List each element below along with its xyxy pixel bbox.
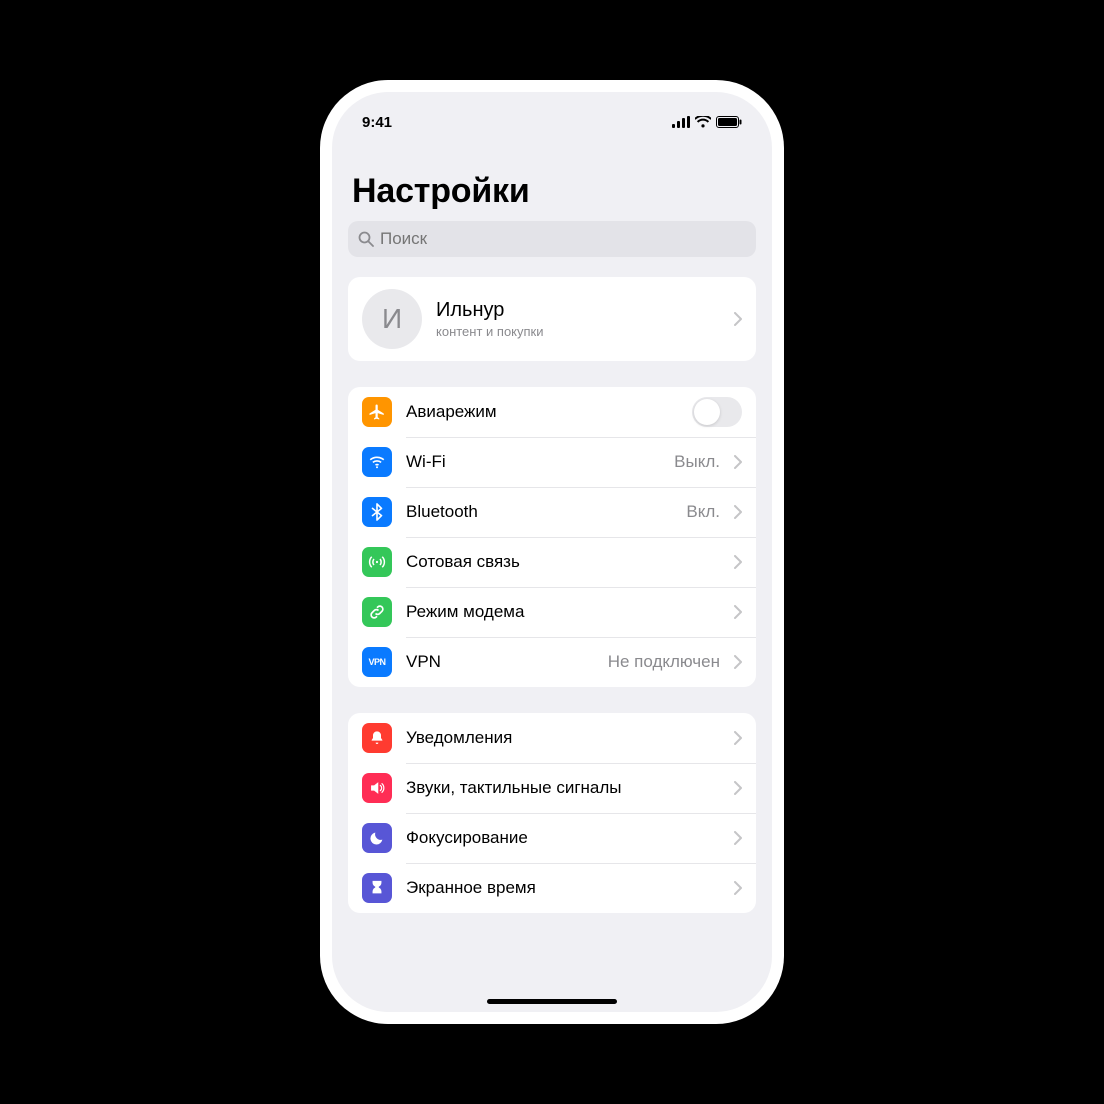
profile-subtitle: контент и покупки	[436, 324, 720, 339]
chevron-right-icon	[734, 455, 742, 469]
search-input[interactable]	[380, 229, 746, 249]
hourglass-icon	[362, 873, 392, 903]
airplane-toggle[interactable]	[692, 397, 742, 427]
attention-group: Уведомления Звуки, тактильные сигналы Фо…	[348, 713, 756, 913]
link-icon	[362, 597, 392, 627]
row-sounds[interactable]: Звуки, тактильные сигналы	[348, 763, 756, 813]
search-field[interactable]	[348, 221, 756, 257]
row-label: Звуки, тактильные сигналы	[406, 778, 720, 798]
row-bluetooth[interactable]: Bluetooth Вкл.	[348, 487, 756, 537]
profile-row[interactable]: И Ильнур контент и покупки	[348, 277, 756, 361]
row-notifications[interactable]: Уведомления	[348, 713, 756, 763]
avatar-initial: И	[382, 303, 402, 335]
row-screentime[interactable]: Экранное время	[348, 863, 756, 913]
chevron-right-icon	[734, 781, 742, 795]
chevron-right-icon	[734, 731, 742, 745]
moon-icon	[362, 823, 392, 853]
row-airplane[interactable]: Авиарежим	[348, 387, 756, 437]
status-time: 9:41	[362, 114, 392, 131]
wifi-status-icon	[695, 116, 711, 128]
airplane-icon	[362, 397, 392, 427]
vpn-icon: VPN	[362, 647, 392, 677]
row-label: Авиарежим	[406, 402, 678, 422]
row-label: Фокусирование	[406, 828, 720, 848]
row-label: Wi-Fi	[406, 452, 660, 472]
profile-group: И Ильнур контент и покупки	[348, 277, 756, 361]
chevron-right-icon	[734, 555, 742, 569]
row-label: Режим модема	[406, 602, 720, 622]
chevron-right-icon	[734, 505, 742, 519]
profile-text: Ильнур контент и покупки	[436, 299, 720, 339]
search-icon	[358, 231, 374, 247]
row-label: Bluetooth	[406, 502, 672, 522]
row-wifi[interactable]: Wi-Fi Выкл.	[348, 437, 756, 487]
page-title: Настройки	[352, 172, 752, 211]
chevron-right-icon	[734, 605, 742, 619]
antenna-icon	[362, 547, 392, 577]
row-label: VPN	[406, 652, 594, 672]
chevron-right-icon	[734, 881, 742, 895]
profile-name: Ильнур	[436, 299, 720, 322]
battery-icon	[716, 116, 742, 128]
row-label: Уведомления	[406, 728, 720, 748]
status-indicators	[672, 116, 742, 128]
bell-icon	[362, 723, 392, 753]
home-indicator[interactable]	[487, 999, 617, 1004]
row-focus[interactable]: Фокусирование	[348, 813, 756, 863]
cellular-icon	[672, 116, 690, 128]
status-bar: 9:41	[332, 92, 772, 142]
connectivity-group: Авиарежим Wi-Fi Выкл. Bluetooth Вкл.	[348, 387, 756, 687]
row-value: Вкл.	[686, 502, 720, 522]
row-vpn[interactable]: VPN VPN Не подключен	[348, 637, 756, 687]
content-scroll[interactable]: Настройки И Ильнур контент и покупки	[332, 142, 772, 1012]
avatar: И	[362, 289, 422, 349]
row-cellular[interactable]: Сотовая связь	[348, 537, 756, 587]
row-label: Сотовая связь	[406, 552, 720, 572]
speaker-icon	[362, 773, 392, 803]
chevron-right-icon	[734, 655, 742, 669]
chevron-right-icon	[734, 312, 742, 326]
bluetooth-icon	[362, 497, 392, 527]
row-label: Экранное время	[406, 878, 720, 898]
row-hotspot[interactable]: Режим модема	[348, 587, 756, 637]
chevron-right-icon	[734, 831, 742, 845]
row-value: Выкл.	[674, 452, 720, 472]
wifi-icon	[362, 447, 392, 477]
phone-frame: 9:41 Настройки И Ильнур контент и покупк…	[332, 92, 772, 1012]
row-value: Не подключен	[608, 652, 720, 672]
